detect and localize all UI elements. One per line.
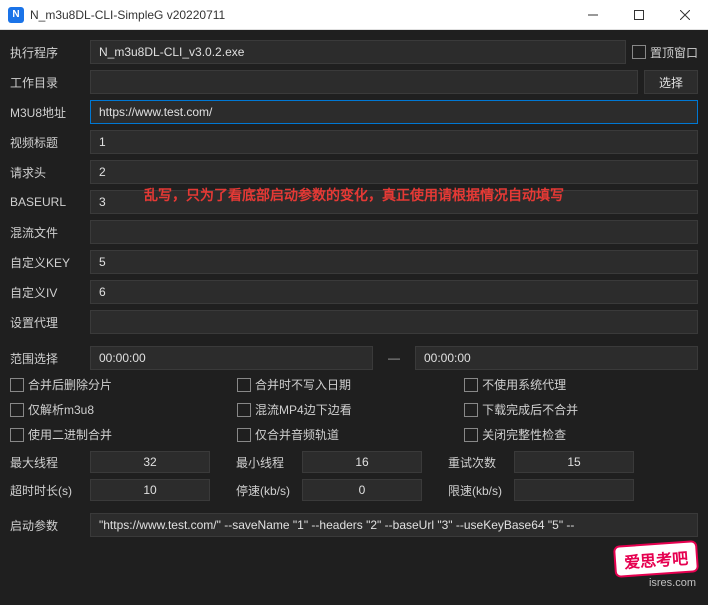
checkbox-icon [237,428,251,442]
proxy-input[interactable] [90,310,698,334]
checkbox-icon [464,378,478,392]
minthread-input[interactable] [302,451,422,473]
check-delete-after-merge[interactable]: 合并后删除分片 [10,376,237,393]
check-label: 不使用系统代理 [482,376,566,393]
checkbox-icon [464,403,478,417]
label-baseurl: BASEURL [10,195,84,209]
reqhead-input[interactable] [90,160,698,184]
checkbox-icon [237,403,251,417]
muxset-input[interactable] [90,220,698,244]
check-no-merge-after-dl[interactable]: 下载完成后不合并 [464,401,691,418]
label-startargs: 启动参数 [10,517,84,534]
label-minthread: 最小线程 [236,454,296,471]
label-retry: 重试次数 [448,454,508,471]
label-key: 自定义KEY [10,254,84,271]
label-m3u8: M3U8地址 [10,104,84,121]
check-label: 仅解析m3u8 [28,401,94,418]
timeout-input[interactable] [90,479,210,501]
label-reqhead: 请求头 [10,164,84,181]
check-audio-only-merge[interactable]: 仅合并音频轨道 [237,426,464,443]
key-input[interactable] [90,250,698,274]
check-parse-only[interactable]: 仅解析m3u8 [10,401,237,418]
app-icon: N [8,7,24,23]
workdir-input[interactable] [90,70,638,94]
exec-input[interactable] [90,40,626,64]
range-from-input[interactable] [90,346,373,370]
check-label: 混流MP4边下边看 [255,401,352,418]
topmost-label: 置顶窗口 [650,44,698,61]
checkbox-icon [10,378,24,392]
checkbox-icon [237,378,251,392]
label-timeout: 超时时长(s) [10,482,84,499]
check-label: 关闭完整性检查 [482,426,566,443]
content-area: 执行程序 置顶窗口 工作目录 选择 M3U8地址 视频标题 请求头 BASEUR… [0,30,708,605]
watermark-stamp: 爱思考吧 [613,540,699,578]
check-mux-mp4-live[interactable]: 混流MP4边下边看 [237,401,464,418]
topmost-toggle[interactable]: 置顶窗口 [632,44,698,61]
check-label: 仅合并音频轨道 [255,426,339,443]
checkbox-icon [632,45,646,59]
iv-input[interactable] [90,280,698,304]
stopspeed-input[interactable] [302,479,422,501]
minimize-button[interactable] [570,0,616,30]
range-to-input[interactable] [415,346,698,370]
checkbox-icon [464,428,478,442]
check-no-date-on-merge[interactable]: 合并时不写入日期 [237,376,464,393]
check-label: 合并后删除分片 [28,376,112,393]
baseurl-input[interactable] [90,190,698,214]
label-stopspeed: 停速(kb/s) [236,482,296,499]
watermark-sub: isres.com [649,577,696,589]
label-maxthread: 最大线程 [10,454,84,471]
titlebar: N N_m3u8DL-CLI-SimpleG v20220711 [0,0,708,30]
window-title: N_m3u8DL-CLI-SimpleG v20220711 [30,8,570,22]
check-label: 合并时不写入日期 [255,376,351,393]
label-muxset: 混流文件 [10,224,84,241]
title-input[interactable] [90,130,698,154]
check-no-system-proxy[interactable]: 不使用系统代理 [464,376,691,393]
maxspeed-input[interactable] [514,479,634,501]
label-iv: 自定义IV [10,284,84,301]
startargs-input[interactable] [90,513,698,537]
choose-button[interactable]: 选择 [644,70,698,94]
check-disable-integrity[interactable]: 关闭完整性检查 [464,426,691,443]
maximize-button[interactable] [616,0,662,30]
maxthread-input[interactable] [90,451,210,473]
close-button[interactable] [662,0,708,30]
range-separator: — [379,351,409,365]
checkbox-icon [10,428,24,442]
m3u8-input[interactable] [90,100,698,124]
checkbox-icon [10,403,24,417]
label-exec: 执行程序 [10,44,84,61]
label-title: 视频标题 [10,134,84,151]
label-maxspeed: 限速(kb/s) [448,482,508,499]
check-binary-merge[interactable]: 使用二进制合并 [10,426,237,443]
retry-input[interactable] [514,451,634,473]
label-proxy: 设置代理 [10,314,84,331]
check-label: 使用二进制合并 [28,426,112,443]
label-workdir: 工作目录 [10,74,84,91]
label-range: 范围选择 [10,350,84,367]
check-label: 下载完成后不合并 [482,401,578,418]
